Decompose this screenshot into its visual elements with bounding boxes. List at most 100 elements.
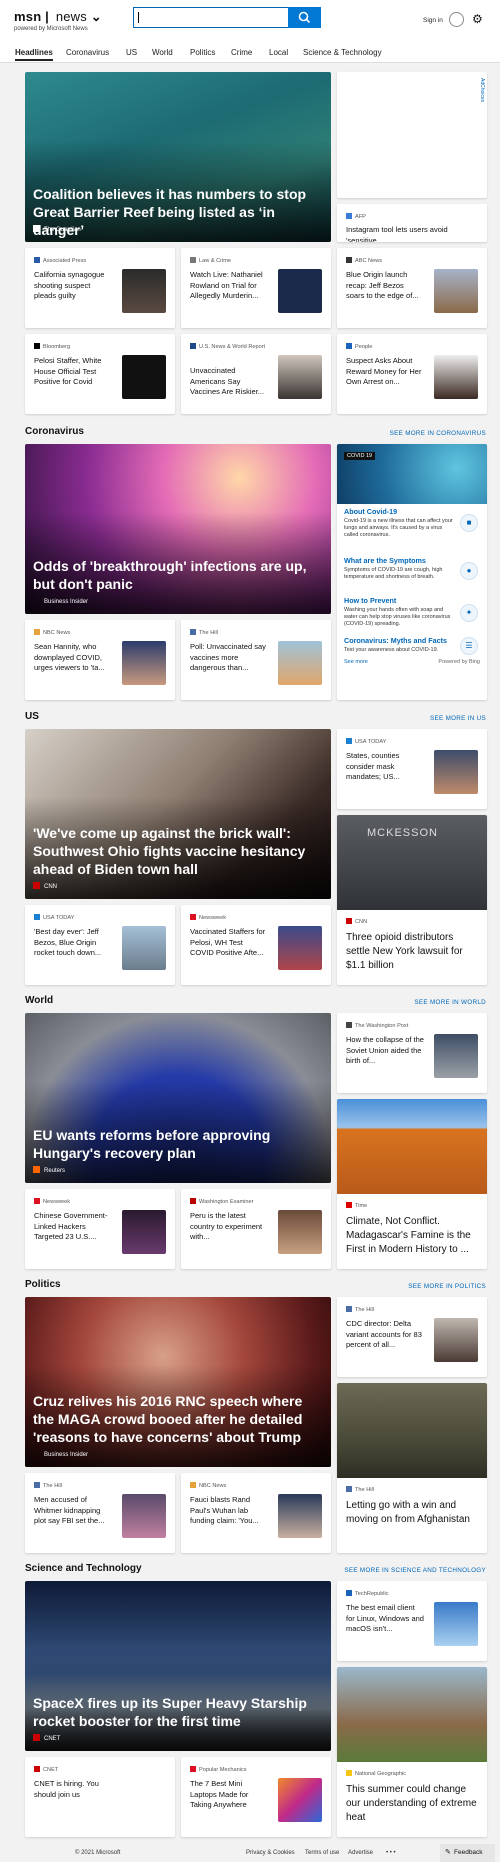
card-title[interactable]: 'Best day ever': Jeff Bezos, Blue Origin… bbox=[34, 927, 112, 959]
card-image[interactable] bbox=[278, 355, 322, 399]
card-image[interactable] bbox=[337, 1383, 487, 1478]
news-card[interactable]: TechRepublic The best email client for L… bbox=[337, 1581, 487, 1661]
covid-see-more[interactable]: See more bbox=[344, 659, 368, 665]
card-image[interactable] bbox=[122, 269, 166, 313]
sign-in-link[interactable]: Sign in bbox=[423, 17, 443, 24]
tab-politics[interactable]: Politics bbox=[190, 48, 215, 57]
card-title[interactable]: The 7 Best Mini Laptops Made for Taking … bbox=[190, 1779, 268, 1811]
card-image[interactable] bbox=[122, 355, 166, 399]
covid-prevent-link[interactable]: How to Prevent bbox=[344, 596, 396, 605]
tab-headlines[interactable]: Headlines bbox=[15, 48, 53, 61]
covid-symptoms-link[interactable]: What are the Symptoms bbox=[344, 556, 426, 565]
news-card[interactable]: The Hill CDC director: Delta variant acc… bbox=[337, 1297, 487, 1377]
section-heading-coronavirus[interactable]: Coronavirus bbox=[25, 426, 84, 437]
news-card[interactable]: USA TODAY States, counties consider mask… bbox=[337, 729, 487, 809]
card-image[interactable] bbox=[434, 1318, 478, 1362]
card-image[interactable] bbox=[278, 641, 322, 685]
card-title[interactable]: Unvaccinated Americans Say Vaccines Are … bbox=[190, 366, 268, 398]
hero-title[interactable]: EU wants reforms before approving Hungar… bbox=[33, 1126, 319, 1162]
card-title[interactable]: The best email client for Linux, Windows… bbox=[346, 1603, 424, 1635]
card-title[interactable]: Watch Live: Nathaniel Rowland on Trial f… bbox=[190, 270, 268, 302]
card-image[interactable] bbox=[434, 1034, 478, 1078]
news-card[interactable]: U.S. News & World Report Unvaccinated Am… bbox=[181, 334, 331, 414]
hero-story[interactable]: Odds of 'breakthrough' infections are up… bbox=[25, 444, 331, 614]
card-image[interactable] bbox=[337, 1099, 487, 1194]
news-card[interactable]: Newsweek Chinese Government-Linked Hacke… bbox=[25, 1189, 175, 1269]
news-card[interactable]: Associated Press California synagogue sh… bbox=[25, 248, 175, 328]
card-title[interactable]: How the collapse of the Soviet Union aid… bbox=[346, 1035, 424, 1067]
card-title[interactable]: Peru is the latest country to experiment… bbox=[190, 1211, 268, 1243]
news-card-large[interactable]: The Hill Letting go with a win and movin… bbox=[337, 1383, 487, 1553]
card-image[interactable]: MCKESSON bbox=[337, 815, 487, 910]
news-card[interactable]: ABC News Blue Origin launch recap: Jeff … bbox=[337, 248, 487, 328]
card-title[interactable]: Vaccinated Staffers for Pelosi, WH Test … bbox=[190, 927, 268, 959]
news-card[interactable]: USA TODAY 'Best day ever': Jeff Bezos, B… bbox=[25, 905, 175, 985]
card-title[interactable]: Blue Origin launch recap: Jeff Bezos soa… bbox=[346, 270, 424, 302]
hero-story[interactable]: Cruz relives his 2016 RNC speech where t… bbox=[25, 1297, 331, 1467]
advertise-link[interactable]: Advertise bbox=[348, 1850, 373, 1856]
card-image[interactable] bbox=[278, 1778, 322, 1822]
afp-card[interactable]: AFP Instagram tool lets users avoid 'sen… bbox=[337, 204, 487, 242]
news-card[interactable]: Popular Mechanics The 7 Best Mini Laptop… bbox=[181, 1757, 331, 1837]
news-card[interactable]: Bloomberg Pelosi Staffer, White House Of… bbox=[25, 334, 175, 414]
card-title[interactable]: CDC director: Delta variant accounts for… bbox=[346, 1319, 424, 1351]
tab-local[interactable]: Local bbox=[269, 48, 288, 57]
card-title[interactable]: Letting go with a win and moving on from… bbox=[346, 1499, 478, 1527]
news-card[interactable]: The Washington Post How the collapse of … bbox=[337, 1013, 487, 1093]
see-more-world[interactable]: SEE MORE IN WORLD bbox=[414, 999, 486, 1006]
card-image[interactable] bbox=[337, 1667, 487, 1762]
see-more-coronavirus[interactable]: SEE MORE IN CORONAVIRUS bbox=[390, 430, 486, 437]
card-image[interactable] bbox=[278, 1494, 322, 1538]
search-button[interactable] bbox=[288, 7, 321, 28]
card-image[interactable] bbox=[278, 1210, 322, 1254]
card-image[interactable] bbox=[278, 926, 322, 970]
card-image[interactable] bbox=[434, 1602, 478, 1646]
news-card[interactable]: NBC News Fauci blasts Rand Paul's Wuhan … bbox=[181, 1473, 331, 1553]
card-title[interactable]: Three opioid distributors settle New Yor… bbox=[346, 931, 478, 973]
card-title[interactable]: Fauci blasts Rand Paul's Wuhan lab fundi… bbox=[190, 1495, 268, 1527]
card-image[interactable] bbox=[122, 1210, 166, 1254]
terms-link[interactable]: Terms of use bbox=[305, 1850, 339, 1856]
news-card-large[interactable]: National Geographic This summer could ch… bbox=[337, 1667, 487, 1837]
news-card[interactable]: NBC News Sean Hannity, who downplayed CO… bbox=[25, 620, 175, 700]
see-more-science[interactable]: SEE MORE IN SCIENCE AND TECHNOLOGY bbox=[344, 1567, 486, 1574]
card-title[interactable]: CNET is hiring. You should join us bbox=[34, 1779, 112, 1800]
card-title[interactable]: Men accused of Whitmer kidnapping plot s… bbox=[34, 1495, 112, 1527]
hero-title[interactable]: Odds of 'breakthrough' infections are up… bbox=[33, 557, 319, 593]
card-title[interactable]: Chinese Government-Linked Hackers Target… bbox=[34, 1211, 112, 1243]
ad-card[interactable]: AdChoices bbox=[337, 72, 487, 198]
card-title[interactable]: Sean Hannity, who downplayed COVID, urge… bbox=[34, 642, 112, 674]
privacy-link[interactable]: Privacy & Cookies bbox=[246, 1850, 295, 1856]
hero-story[interactable]: Coalition believes it has numbers to sto… bbox=[25, 72, 331, 242]
card-title[interactable]: Suspect Asks About Reward Money for Her … bbox=[346, 356, 424, 388]
card-image[interactable] bbox=[434, 269, 478, 313]
card-image[interactable] bbox=[122, 641, 166, 685]
card-title[interactable]: States, counties consider mask mandates;… bbox=[346, 751, 424, 783]
news-card-large[interactable]: MCKESSON CNN Three opioid distributors s… bbox=[337, 815, 487, 985]
section-heading-science[interactable]: Science and Technology bbox=[25, 1563, 142, 1574]
hero-title[interactable]: 'We've come up against the brick wall': … bbox=[33, 824, 319, 878]
news-card[interactable]: CNET CNET is hiring. You should join us bbox=[25, 1757, 175, 1837]
news-card[interactable]: Law & Crime Watch Live: Nathaniel Rowlan… bbox=[181, 248, 331, 328]
covid-myths-link[interactable]: Coronavirus: Myths and Facts bbox=[344, 636, 447, 645]
tab-crime[interactable]: Crime bbox=[231, 48, 252, 57]
card-title[interactable]: This summer could change our understandi… bbox=[346, 1783, 478, 1825]
avatar-icon[interactable] bbox=[449, 12, 464, 27]
see-more-us[interactable]: SEE MORE IN US bbox=[430, 715, 486, 722]
section-heading-us[interactable]: US bbox=[25, 711, 39, 722]
news-card[interactable]: Washington Examiner Peru is the latest c… bbox=[181, 1189, 331, 1269]
card-image[interactable] bbox=[278, 269, 322, 313]
card-title[interactable]: Poll: Unvaccinated say vaccines more dan… bbox=[190, 642, 268, 674]
tab-us[interactable]: US bbox=[126, 48, 137, 57]
tab-world[interactable]: World bbox=[152, 48, 173, 57]
card-title[interactable]: California synagogue shooting suspect pl… bbox=[34, 270, 112, 302]
hero-title[interactable]: SpaceX fires up its Super Heavy Starship… bbox=[33, 1694, 319, 1730]
news-card-large[interactable]: Time Climate, Not Conflict. Madagascar's… bbox=[337, 1099, 487, 1269]
covid-about-link[interactable]: About Covid-19 bbox=[344, 507, 397, 516]
news-card[interactable]: The Hill Men accused of Whitmer kidnappi… bbox=[25, 1473, 175, 1553]
tab-science-technology[interactable]: Science & Technology bbox=[303, 48, 382, 57]
news-card[interactable]: The Hill Poll: Unvaccinated say vaccines… bbox=[181, 620, 331, 700]
hero-story[interactable]: EU wants reforms before approving Hungar… bbox=[25, 1013, 331, 1183]
card-image[interactable] bbox=[122, 926, 166, 970]
feedback-button[interactable]: ✎ Feedback bbox=[440, 1844, 495, 1862]
